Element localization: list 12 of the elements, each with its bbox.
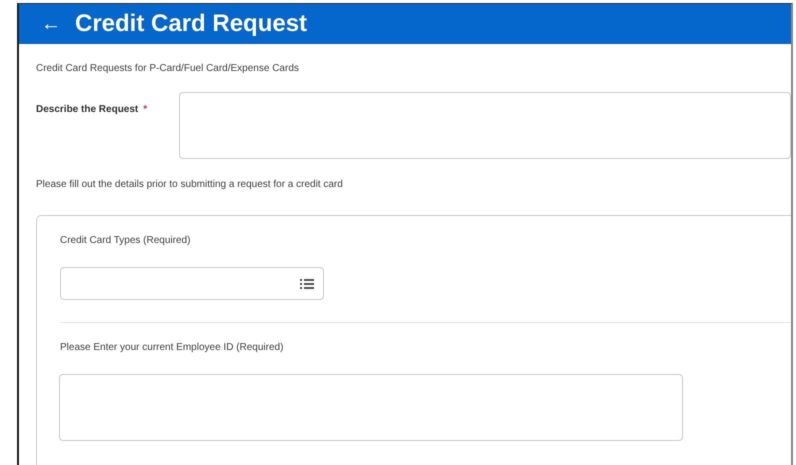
list-icon [300, 278, 314, 290]
field-label: Credit Card Types (Required) [60, 234, 192, 246]
field-label: Please Enter your current Employee ID (Required) [60, 341, 284, 353]
employee-id-field[interactable] [59, 374, 683, 441]
request-input-field[interactable] [179, 92, 791, 159]
field-label: Describe the Request [36, 104, 138, 117]
back-button[interactable]: ← [41, 12, 61, 36]
select-field[interactable] [60, 267, 324, 300]
required-mark: * [143, 104, 148, 117]
intro-text: Credit Card Requests for P-Card/Fuel Card/Expense Cards [36, 63, 300, 74]
page-title: Credit Card Request [75, 10, 308, 38]
instructions-text: Please fill out the details prior to submitting a request for a credit card [36, 179, 344, 190]
